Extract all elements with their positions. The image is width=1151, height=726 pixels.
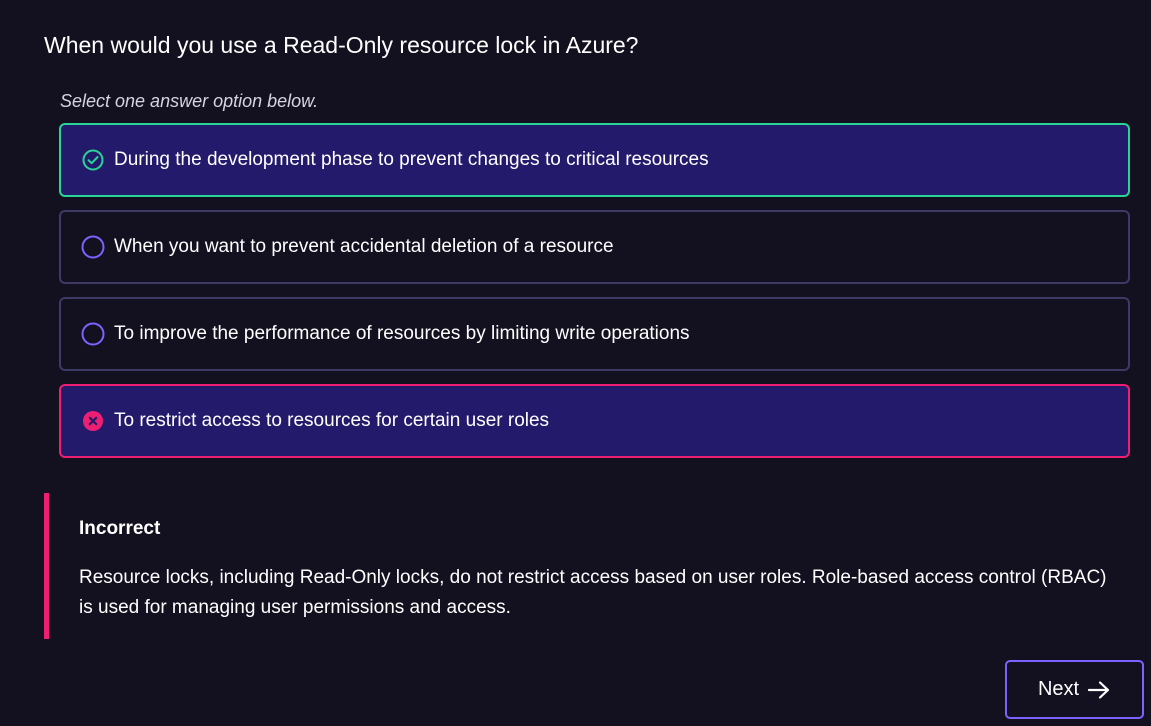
feedback-panel: Incorrect Resource locks, including Read…: [44, 493, 1107, 639]
answer-option-label: When you want to prevent accidental dele…: [114, 236, 614, 257]
feedback-title: Incorrect: [79, 518, 161, 539]
answer-option-label: To improve the performance of resources …: [114, 323, 690, 344]
answer-option-label: During the development phase to prevent …: [114, 149, 709, 170]
answer-options: During the development phase to prevent …: [59, 123, 1130, 471]
answer-option-label: To restrict access to resources for cert…: [114, 410, 550, 431]
radio-empty-icon: [81, 235, 105, 259]
next-button-label: Next: [1037, 678, 1080, 700]
next-button[interactable]: Next: [1005, 660, 1144, 719]
x-circle-icon: [81, 409, 105, 433]
answer-option-1[interactable]: During the development phase to prevent …: [59, 123, 1130, 197]
answer-option-4[interactable]: To restrict access to resources for cert…: [59, 384, 1130, 458]
radio-empty-icon: [81, 322, 105, 346]
answer-instruction: Select one answer option below.: [60, 91, 319, 111]
check-circle-icon: [81, 148, 105, 172]
answer-option-3[interactable]: To improve the performance of resources …: [59, 297, 1130, 371]
feedback-explanation: Resource locks, including Read-Only lock…: [79, 567, 1107, 618]
question-title: When would you use a Read-Only resource …: [44, 32, 639, 58]
arrow-right-icon: [1087, 680, 1111, 700]
answer-option-2[interactable]: When you want to prevent accidental dele…: [59, 210, 1130, 284]
